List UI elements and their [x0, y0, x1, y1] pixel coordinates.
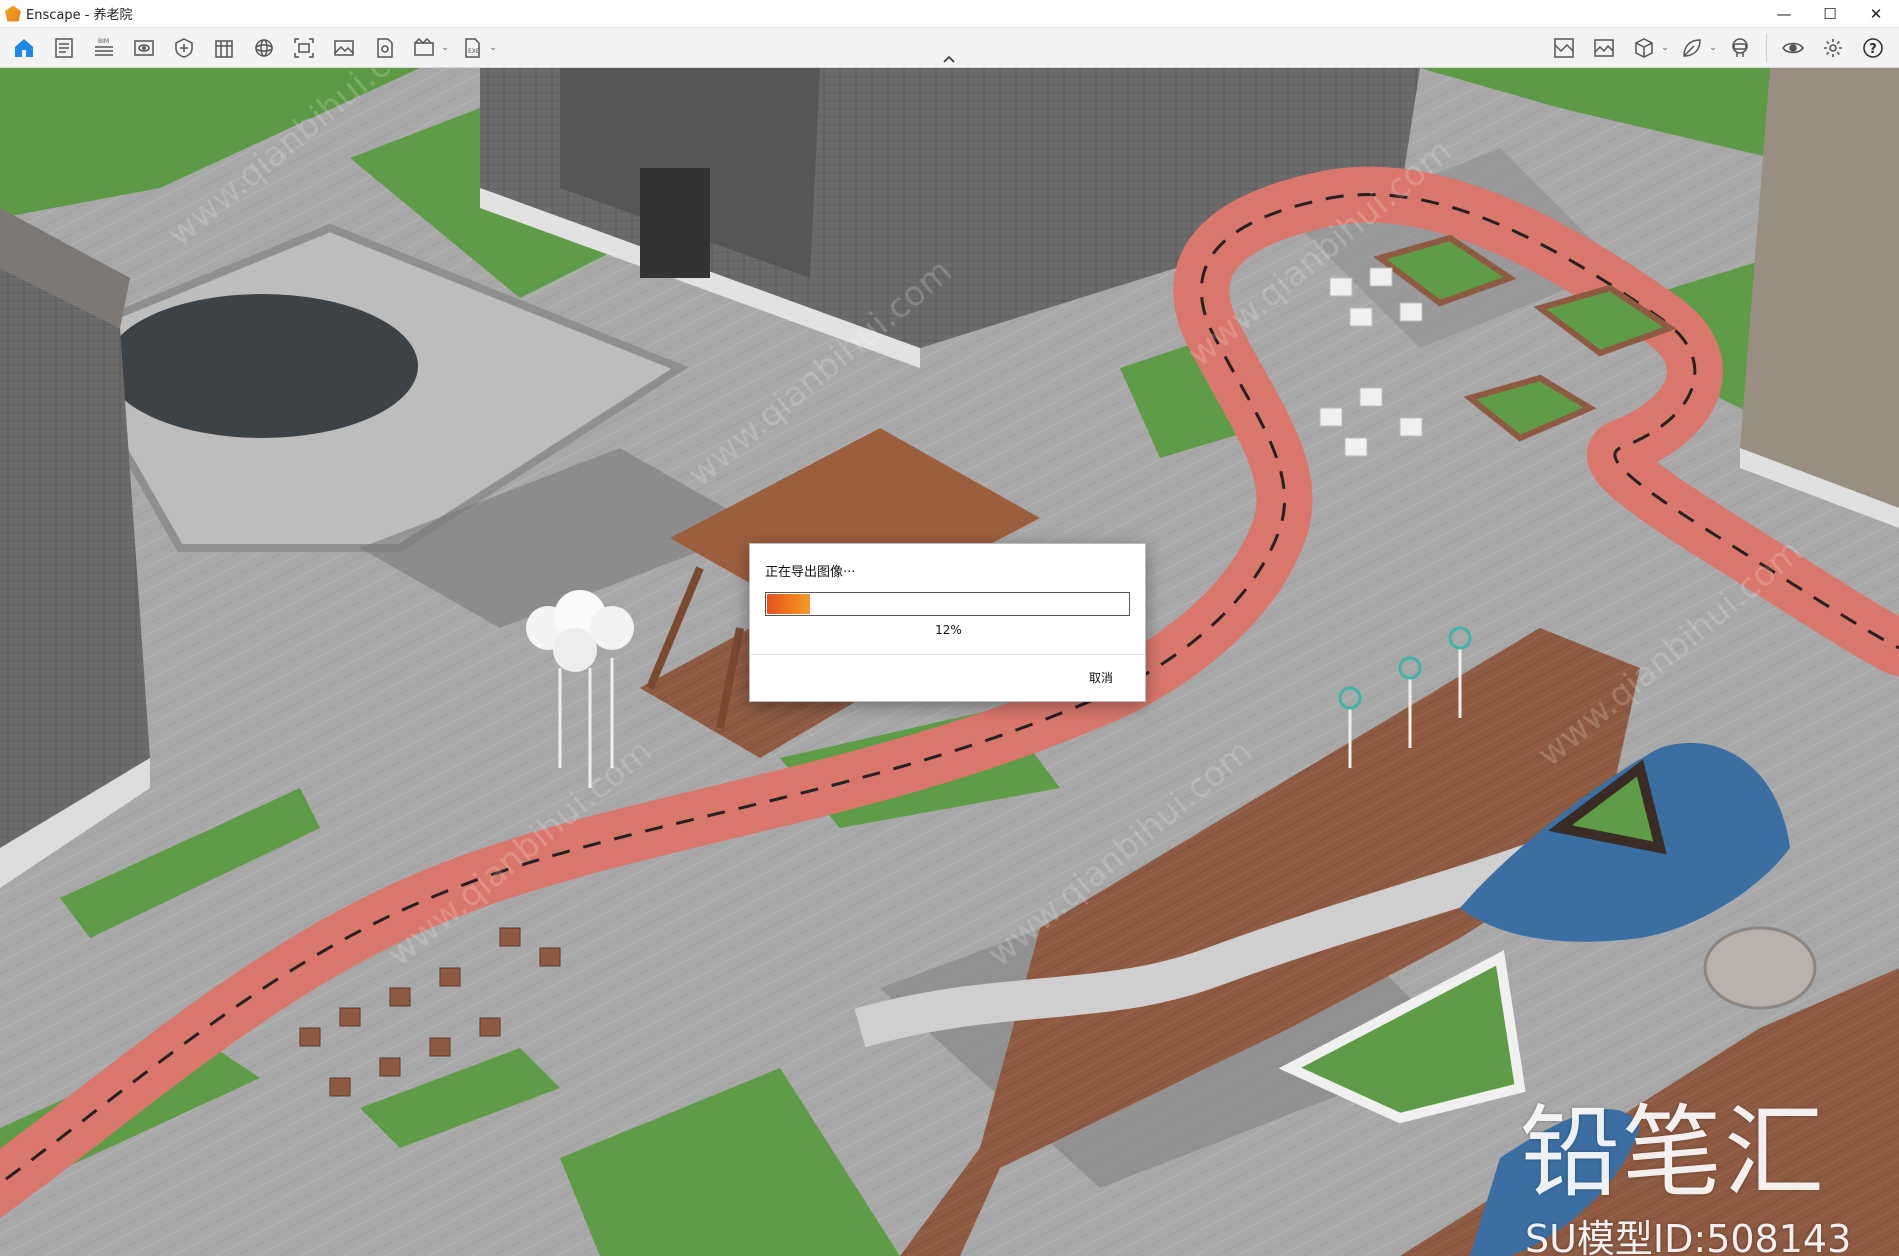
building-icon [215, 40, 233, 58]
dialog-divider [750, 654, 1145, 655]
export-dropdown-arrow[interactable]: ⌄ [488, 32, 498, 64]
screenshot-icon [294, 38, 314, 58]
svg-text:BIM: BIM [98, 38, 109, 45]
cube-dropdown-arrow[interactable]: ⌄ [1660, 32, 1670, 64]
help-icon: ? [1863, 38, 1883, 58]
progress-bar [765, 592, 1130, 616]
toolbar-right-group: ⌄ ⌄ ? [1544, 28, 1893, 68]
export-icon: EXE [465, 38, 480, 58]
svg-text:?: ? [1869, 42, 1877, 57]
asset-button[interactable] [168, 32, 200, 64]
stone-sculpture [1703, 926, 1817, 1010]
bim-icon: BIM [95, 38, 113, 56]
svg-text:EXE: EXE [468, 48, 480, 55]
document-button[interactable] [48, 32, 80, 64]
eye-icon [134, 40, 154, 56]
help-button[interactable]: ? [1857, 32, 1889, 64]
building-entrance [640, 168, 710, 278]
cube-button[interactable] [1628, 32, 1660, 64]
leaf-icon [1683, 39, 1701, 57]
progress-percent: 12% [935, 623, 962, 637]
video-dropdown-arrow[interactable]: ⌄ [440, 32, 450, 64]
export-progress-dialog: 正在导出图像··· 12% 取消 [749, 543, 1146, 702]
window-title: Enscape - 养老院 [26, 8, 133, 23]
minimize-button[interactable]: — [1761, 0, 1807, 28]
title-bar: Enscape - 养老院 — ☐ ✕ [0, 0, 1899, 28]
map-icon [1554, 38, 1574, 58]
toolbar-left-group: BIM ⌄ EXE ⌄ [4, 28, 500, 68]
screenshot-button[interactable] [288, 32, 320, 64]
collapse-toolbar-button[interactable] [941, 52, 957, 66]
home-button[interactable] [8, 32, 40, 64]
panorama-button[interactable] [368, 32, 400, 64]
home-icon [15, 39, 33, 57]
gallery-icon [1594, 39, 1614, 57]
video-button[interactable] [408, 32, 440, 64]
vr-icon [1732, 38, 1748, 57]
cancel-button[interactable]: 取消 [1089, 669, 1113, 686]
export-button[interactable]: EXE [456, 32, 488, 64]
shield-icon [175, 38, 193, 58]
visibility-icon [1782, 42, 1804, 54]
visual-settings-button[interactable] [1777, 32, 1809, 64]
render-image-button[interactable] [328, 32, 360, 64]
panorama-icon [377, 38, 393, 58]
toolbar-separator [1766, 34, 1767, 62]
sphere-icon [255, 39, 273, 57]
dialog-title: 正在导出图像··· [765, 565, 856, 580]
video-icon [414, 37, 434, 56]
maximize-button[interactable]: ☐ [1807, 0, 1853, 28]
map-button[interactable] [1548, 32, 1580, 64]
enscape-logo-icon [5, 5, 21, 22]
watermark-model-id: SU模型ID:508143 [1525, 1217, 1852, 1256]
building-button[interactable] [208, 32, 240, 64]
document-icon [55, 38, 73, 58]
panorama-sphere-button[interactable] [248, 32, 280, 64]
material-button[interactable] [1676, 32, 1708, 64]
settings-icon [1824, 39, 1842, 57]
view-button[interactable] [128, 32, 160, 64]
circular-pool [106, 294, 418, 438]
vr-button[interactable] [1724, 32, 1756, 64]
cube-icon [1635, 38, 1653, 58]
material-dropdown-arrow[interactable]: ⌄ [1708, 32, 1718, 64]
close-button[interactable]: ✕ [1853, 0, 1899, 28]
gallery-button[interactable] [1588, 32, 1620, 64]
settings-button[interactable] [1817, 32, 1849, 64]
image-icon [334, 40, 354, 56]
bim-button[interactable]: BIM [88, 32, 120, 64]
chevron-up-icon [943, 55, 955, 63]
progress-fill [767, 594, 810, 614]
watermark-brand: 铅笔汇 [1520, 1094, 1826, 1211]
window-controls: — ☐ ✕ [1761, 0, 1899, 28]
